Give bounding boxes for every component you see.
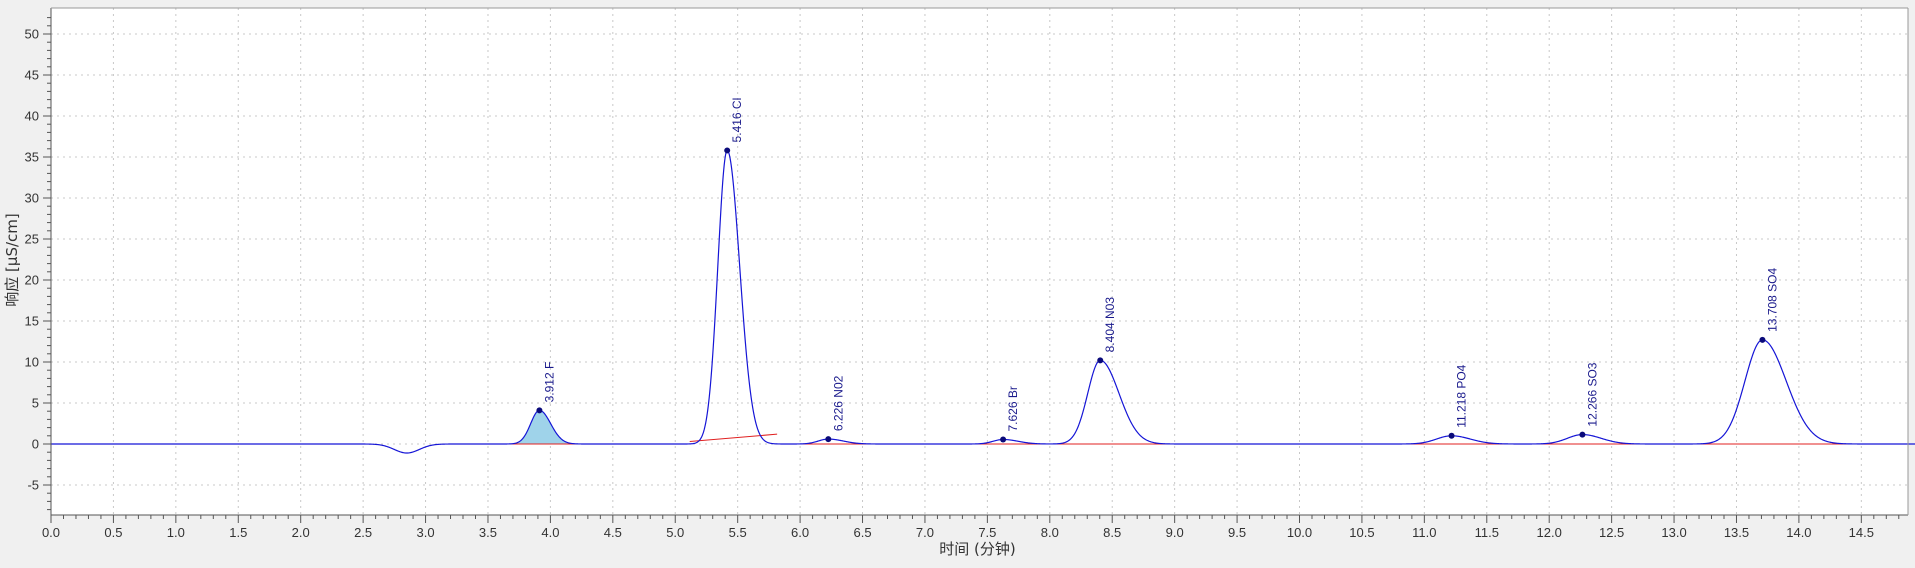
y-tick-label: 5 xyxy=(32,396,39,411)
peak-marker xyxy=(1000,436,1007,443)
peak-label: 11.218 PO4 xyxy=(1455,364,1469,427)
x-tick-label: 14.5 xyxy=(1849,525,1874,540)
peak-label: 5.416 Cl xyxy=(730,98,744,143)
peak-marker xyxy=(1448,432,1455,439)
x-tick-label: 5.5 xyxy=(729,525,747,540)
y-tick-label: 45 xyxy=(25,68,39,83)
x-tick-label: 4.0 xyxy=(541,525,559,540)
x-tick-label: 7.5 xyxy=(978,525,996,540)
x-tick-label: 1.0 xyxy=(167,525,185,540)
peak-marker xyxy=(536,407,543,414)
x-axis-title: 时间 (分钟) xyxy=(939,540,1015,558)
x-tick-label: 2.5 xyxy=(354,525,372,540)
x-tick-label: 9.5 xyxy=(1228,525,1246,540)
y-tick-label: 30 xyxy=(25,191,39,206)
x-tick-label: 10.0 xyxy=(1287,525,1312,540)
peak-label: 13.708 SO4 xyxy=(1765,267,1779,331)
x-tick-label: 3.0 xyxy=(417,525,435,540)
peak-marker xyxy=(825,436,832,443)
y-tick-label: 10 xyxy=(25,355,39,370)
y-tick-label: -5 xyxy=(27,478,39,493)
x-tick-label: 14.0 xyxy=(1786,525,1811,540)
peak-marker xyxy=(1579,431,1586,438)
peak-marker xyxy=(724,147,731,154)
y-axis-title: 响应 [µS/cm] xyxy=(3,213,21,306)
peak-label: 7.626 Br xyxy=(1006,386,1020,431)
x-tick-label: 7.0 xyxy=(916,525,934,540)
y-tick-label: 20 xyxy=(25,273,39,288)
x-tick-label: 13.5 xyxy=(1724,525,1749,540)
plot-area xyxy=(51,8,1908,515)
x-tick-label: 13.0 xyxy=(1661,525,1686,540)
x-tick-label: 8.0 xyxy=(1041,525,1059,540)
peak-label: 3.912 F xyxy=(542,362,556,403)
x-tick-label: 11.5 xyxy=(1475,525,1499,540)
y-tick-label: 25 xyxy=(25,232,39,247)
x-tick-label: 4.5 xyxy=(604,525,622,540)
x-tick-label: 11.0 xyxy=(1412,525,1436,540)
peak-label: 12.266 SO3 xyxy=(1585,362,1599,426)
x-tick-label: 8.5 xyxy=(1103,525,1121,540)
y-tick-label: 50 xyxy=(25,27,39,42)
peak-label: 8.404 N03 xyxy=(1103,297,1117,353)
x-tick-label: 1.5 xyxy=(229,525,247,540)
y-tick-label: 35 xyxy=(25,150,39,165)
x-tick-label: 0.5 xyxy=(104,525,122,540)
x-tick-label: 6.5 xyxy=(853,525,871,540)
x-tick-label: 10.5 xyxy=(1349,525,1374,540)
peak-marker xyxy=(1759,336,1766,343)
chromatogram-svg: 3.912 F 5.416 Cl 6.226 N02 7.626 Br 8.404 N0… xyxy=(0,0,1915,568)
chromatogram-chart: 3.912 F 5.416 Cl 6.226 N02 7.626 Br 8.404 N0… xyxy=(0,0,1915,568)
x-tick-label: 12.5 xyxy=(1599,525,1624,540)
y-tick-label: 40 xyxy=(25,109,39,124)
y-tick-label: 15 xyxy=(25,314,39,329)
peak-label: 6.226 N02 xyxy=(831,375,845,431)
x-tick-label: 0.0 xyxy=(42,525,60,540)
y-tick-label: 0 xyxy=(32,437,39,452)
x-tick-label: 2.0 xyxy=(292,525,310,540)
x-tick-label: 3.5 xyxy=(479,525,497,540)
x-tick-label: 9.0 xyxy=(1166,525,1184,540)
peak-marker xyxy=(1097,357,1104,364)
x-tick-label: 6.0 xyxy=(791,525,809,540)
x-tick-label: 5.0 xyxy=(666,525,684,540)
x-tick-label: 12.0 xyxy=(1537,525,1562,540)
